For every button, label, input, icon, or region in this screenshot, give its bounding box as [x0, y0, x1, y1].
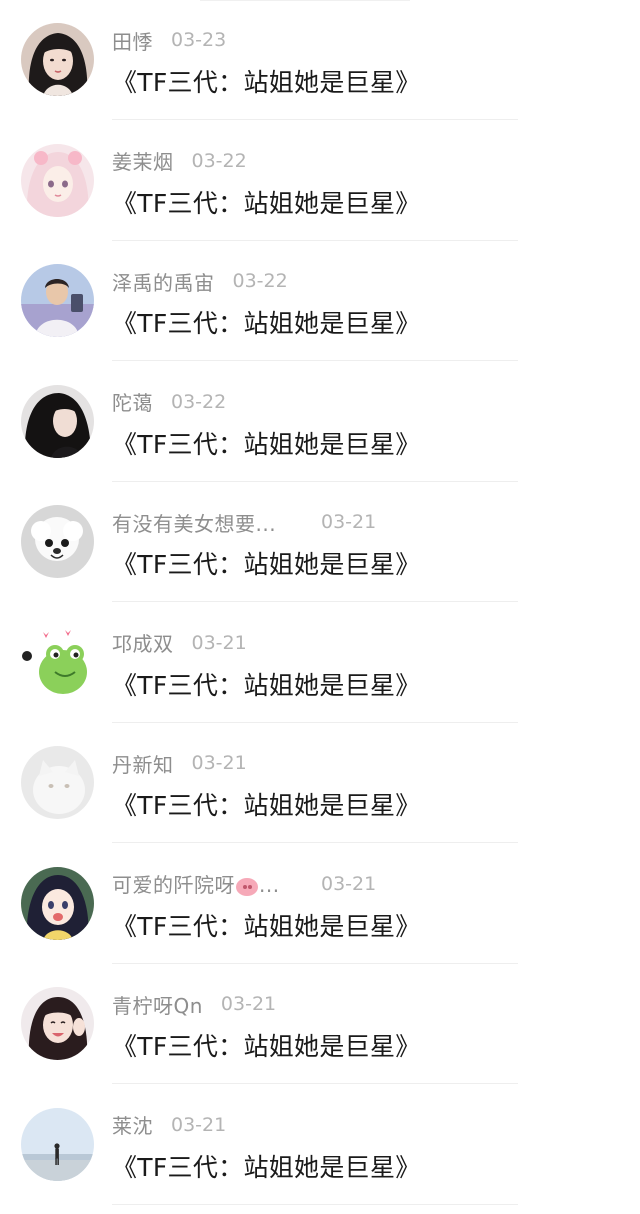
list-item[interactable]: 青柠呀Qn 03-21 《TF三代：站姐她是巨星》	[0, 964, 640, 1085]
item-meta: 有没有美女想要... 03-21	[112, 507, 376, 537]
comment-text[interactable]: 《TF三代：站姐她是巨星》	[112, 907, 421, 943]
item-meta: 田悸 03-23	[112, 25, 226, 55]
avatar[interactable]	[21, 746, 94, 819]
avatar[interactable]	[21, 23, 94, 96]
comment-text[interactable]: 《TF三代：站姐她是巨星》	[112, 304, 421, 340]
white-cat-avatar	[21, 746, 94, 819]
post-date: 03-21	[191, 631, 247, 654]
item-meta: 丹新知 03-21	[112, 748, 247, 778]
list-item[interactable]: 可爱的阡院呀... 03-21 《TF三代：站姐她是巨星》	[0, 844, 640, 965]
post-date: 03-21	[191, 752, 247, 774]
list-item[interactable]: 姜茉烟 03-22 《TF三代：站姐她是巨星》	[0, 121, 640, 242]
user-name-ellipsis: ...	[259, 873, 280, 897]
comment-text[interactable]: 《TF三代：站姐她是巨星》	[112, 425, 421, 461]
post-date: 03-21	[171, 1113, 227, 1136]
user-name[interactable]: 有没有美女想要...	[112, 508, 276, 537]
post-date: 03-22	[191, 149, 247, 172]
user-name-text: 可爱的阡院呀	[112, 873, 235, 897]
anime-girl-avatar	[21, 866, 94, 940]
post-date: 03-21	[321, 872, 377, 895]
user-name[interactable]: 陀蔼	[112, 387, 153, 416]
post-date: 03-22	[232, 270, 288, 292]
comment-text[interactable]: 《TF三代：站姐她是巨星》	[112, 545, 421, 581]
post-date: 03-21	[321, 511, 377, 533]
list-item[interactable]: 田悸 03-23 《TF三代：站姐她是巨星》	[0, 0, 640, 121]
post-date: 03-22	[171, 390, 227, 413]
anime-pink-hair-avatar	[21, 143, 94, 217]
avatar[interactable]	[21, 384, 94, 458]
post-date: 03-23	[171, 29, 227, 51]
avatar[interactable]	[21, 866, 94, 940]
comment-text[interactable]: 《TF三代：站姐她是巨星》	[112, 184, 421, 220]
avatar[interactable]	[21, 264, 94, 337]
user-name[interactable]: 青柠呀Qn	[112, 990, 203, 1019]
avatar[interactable]	[21, 505, 94, 578]
list-item[interactable]: 莱沈 03-21 《TF三代：站姐她是巨星》	[0, 1085, 640, 1206]
comment-text[interactable]: 《TF三代：站姐她是巨星》	[112, 1027, 421, 1063]
girl-black-hair-avatar	[21, 384, 94, 458]
user-name[interactable]: 泽禹的禹宙	[112, 267, 215, 296]
list-item[interactable]: 丹新知 03-21 《TF三代：站姐她是巨星》	[0, 723, 640, 844]
item-meta: 姜茉烟 03-22	[112, 146, 247, 176]
list-item[interactable]: 陀蔼 03-22 《TF三代：站姐她是巨星》	[0, 362, 640, 483]
item-meta: 陀蔼 03-22	[112, 387, 226, 417]
user-name[interactable]: 丹新知	[112, 749, 174, 778]
seaside-person-avatar	[21, 1107, 94, 1181]
item-meta: 泽禹的禹宙 03-22	[112, 266, 288, 296]
comment-text[interactable]: 《TF三代：站姐她是巨星》	[112, 63, 421, 99]
white-dog-avatar	[21, 505, 94, 578]
user-name[interactable]: 邛成双	[112, 628, 174, 657]
list-item[interactable]: 有没有美女想要... 03-21 《TF三代：站姐她是巨星》	[0, 482, 640, 603]
avatar[interactable]	[21, 625, 94, 699]
user-name[interactable]: 可爱的阡院呀...	[112, 869, 280, 898]
green-frog-avatar	[21, 625, 94, 699]
pig-emoji-icon	[236, 877, 258, 896]
item-meta: 青柠呀Qn 03-21	[112, 989, 276, 1019]
list-item[interactable]: 泽禹的禹宙 03-22 《TF三代：站姐她是巨星》	[0, 241, 640, 362]
girl-dark-hair-avatar	[21, 23, 94, 96]
girl-smiling-avatar	[21, 987, 94, 1060]
item-meta: 莱沈 03-21	[112, 1110, 226, 1140]
list-item[interactable]: 邛成双 03-21 《TF三代：站姐她是巨星》	[0, 603, 640, 724]
post-date: 03-21	[220, 993, 277, 1015]
comment-text[interactable]: 《TF三代：站姐她是巨星》	[112, 786, 421, 822]
divider	[112, 1203, 518, 1205]
boy-photo-avatar	[21, 264, 94, 337]
comment-list: 田悸 03-23 《TF三代：站姐她是巨星》 姜茉烟 03-22 《TF三代：站…	[0, 0, 640, 1205]
avatar[interactable]	[21, 1107, 94, 1181]
user-name[interactable]: 田悸	[112, 26, 153, 55]
comment-text[interactable]: 《TF三代：站姐她是巨星》	[112, 1148, 421, 1184]
user-name[interactable]: 姜茉烟	[112, 146, 174, 175]
item-meta: 邛成双 03-21	[112, 628, 247, 658]
avatar[interactable]	[21, 143, 94, 217]
user-name[interactable]: 莱沈	[112, 1110, 153, 1139]
avatar[interactable]	[21, 987, 94, 1060]
item-meta: 可爱的阡院呀... 03-21	[112, 869, 376, 899]
comment-text[interactable]: 《TF三代：站姐她是巨星》	[112, 666, 421, 702]
